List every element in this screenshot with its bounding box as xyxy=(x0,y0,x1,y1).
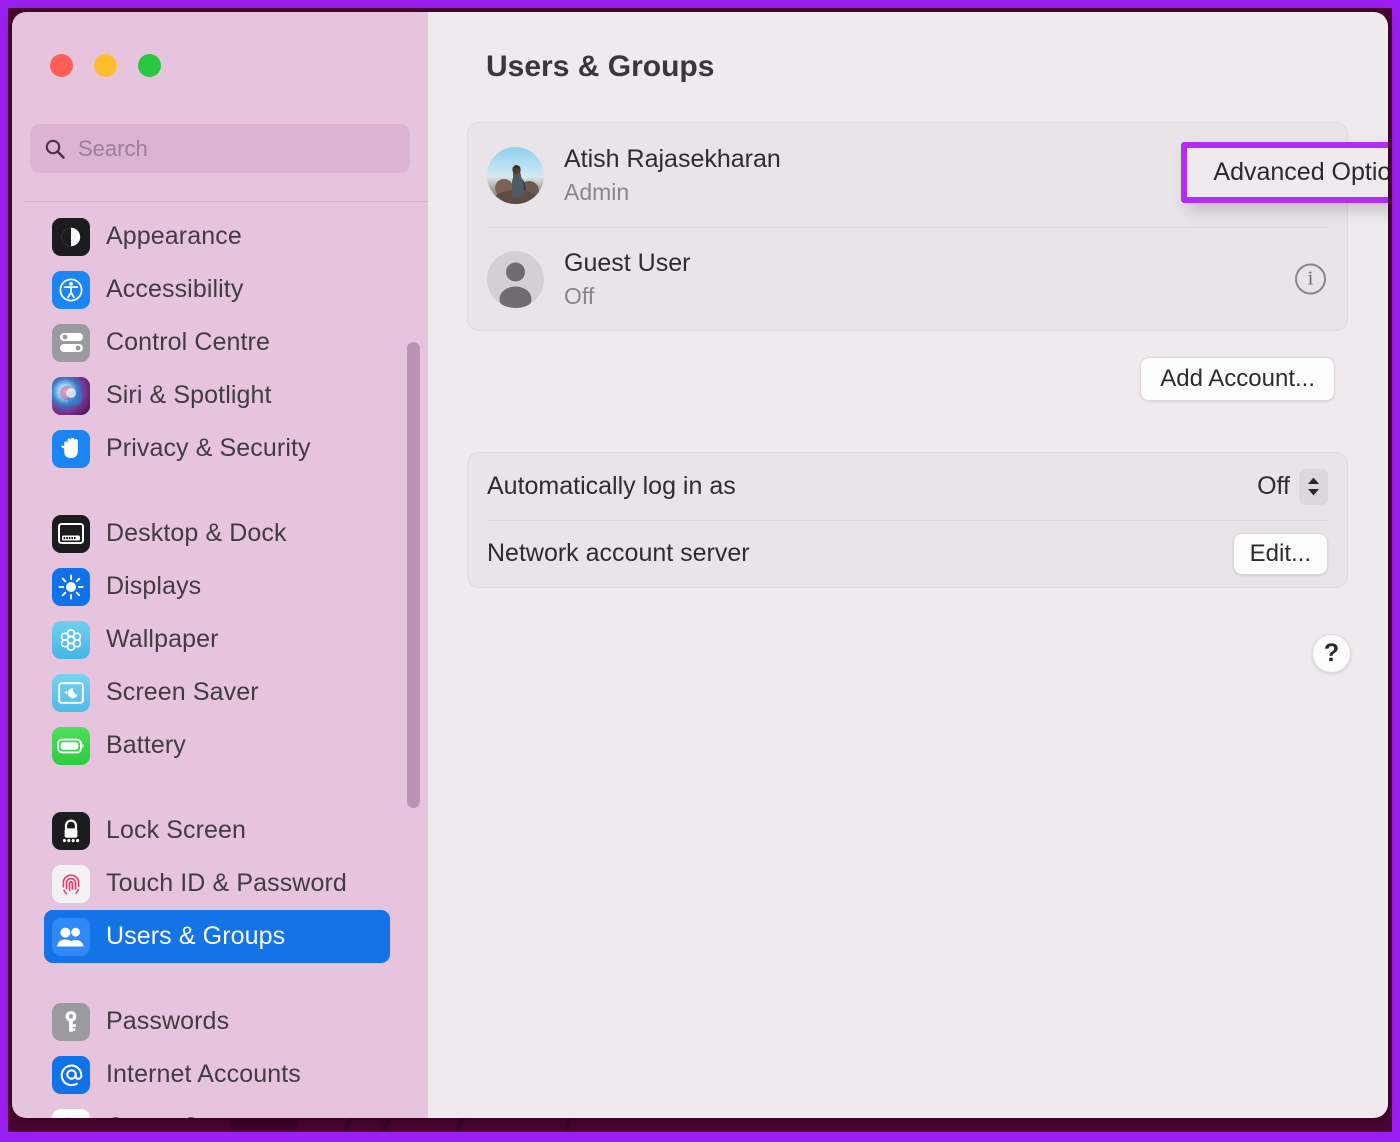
sidebar-item-label: Passwords xyxy=(106,1007,230,1035)
screen-saver-icon xyxy=(52,673,90,712)
sidebar-item-accessibility[interactable]: Accessibility xyxy=(44,263,390,316)
battery-icon xyxy=(52,726,90,765)
network-server-label: Network account server xyxy=(487,539,750,567)
user-name: Atish Rajasekharan xyxy=(564,144,781,173)
desktop-dock-icon xyxy=(52,514,90,553)
sidebar-group-3: Passwords Internet Accounts Game Center xyxy=(12,987,428,1118)
sidebar-item-label: Siri & Spotlight xyxy=(106,381,272,409)
sidebar-item-label: Control Centre xyxy=(106,328,270,356)
search-input[interactable] xyxy=(78,135,396,162)
sidebar-item-screen-saver[interactable]: Screen Saver xyxy=(44,666,390,719)
internet-accounts-icon xyxy=(52,1055,90,1094)
privacy-icon xyxy=(52,429,90,468)
guest-placeholder-avatar xyxy=(487,250,544,308)
window-controls xyxy=(50,54,161,77)
sidebar-item-label: Battery xyxy=(106,731,186,759)
sidebar-item-label: Appearance xyxy=(106,222,242,250)
sidebar-group-1: Desktop & Dock Displays Wallpaper Screen… xyxy=(12,499,428,772)
sidebar-item-passwords[interactable]: Passwords xyxy=(44,995,390,1048)
sidebar-item-label: Users & Groups xyxy=(106,922,286,950)
sidebar-item-label: Wallpaper xyxy=(106,625,219,653)
auto-login-label: Automatically log in as xyxy=(487,472,736,500)
user-info-admin: Atish Rajasekharan Admin xyxy=(564,145,781,206)
annotation-highlight-box xyxy=(1181,142,1388,203)
siri-icon xyxy=(52,376,90,415)
sidebar-item-touch-id-password[interactable]: Touch ID & Password xyxy=(44,857,390,910)
passwords-icon xyxy=(52,1002,90,1041)
sidebar-item-battery[interactable]: Battery xyxy=(44,719,390,772)
minimize-button[interactable] xyxy=(94,54,117,77)
sidebar-item-label: Internet Accounts xyxy=(106,1060,301,1088)
auto-login-value: Off xyxy=(1257,472,1290,500)
user-info-guest: Guest User Off xyxy=(564,249,690,310)
network-account-server-row[interactable]: Network account server Edit... xyxy=(468,520,1347,587)
displays-icon xyxy=(52,567,90,606)
sidebar-item-label: Screen Saver xyxy=(106,678,259,706)
sidebar-item-privacy-security[interactable]: Privacy & Security xyxy=(44,422,390,475)
sidebar-scroll-area[interactable]: Appearance Accessibility Control Centre … xyxy=(12,202,428,1118)
touch-id-icon xyxy=(52,864,90,903)
auto-login-stepper[interactable] xyxy=(1299,468,1328,505)
sidebar-item-label: Lock Screen xyxy=(106,816,247,844)
sidebar-item-desktop-dock[interactable]: Desktop & Dock xyxy=(44,507,390,560)
game-center-icon xyxy=(52,1108,90,1118)
sidebar-item-lock-screen[interactable]: Lock Screen xyxy=(44,804,390,857)
sidebar-item-users-groups[interactable]: Users & Groups xyxy=(44,910,390,963)
sidebar-item-label: Privacy & Security xyxy=(106,434,311,462)
sidebar: Appearance Accessibility Control Centre … xyxy=(12,12,428,1118)
sidebar-scrollbar[interactable] xyxy=(407,342,420,808)
sidebar-item-label: Touch ID & Password xyxy=(106,869,347,897)
help-button[interactable]: ? xyxy=(1312,634,1351,673)
users-groups-icon xyxy=(52,917,90,956)
close-button[interactable] xyxy=(50,54,73,77)
sidebar-item-label: Game Center xyxy=(106,1113,257,1118)
sidebar-item-appearance[interactable]: Appearance xyxy=(44,210,390,263)
control-centre-icon xyxy=(52,323,90,362)
sidebar-group-2: Lock Screen Touch ID & Password Users & … xyxy=(12,796,428,963)
sidebar-item-displays[interactable]: Displays xyxy=(44,560,390,613)
appearance-icon xyxy=(52,217,90,256)
user-status: Off xyxy=(564,282,595,309)
sidebar-item-label: Desktop & Dock xyxy=(106,519,287,547)
content-pane: Users & Groups Atish Rajasekharan Admin … xyxy=(428,12,1388,1118)
sidebar-item-siri-spotlight[interactable]: Siri & Spotlight xyxy=(44,369,390,422)
sidebar-item-game-center[interactable]: Game Center xyxy=(44,1101,390,1118)
sidebar-item-control-centre[interactable]: Control Centre xyxy=(44,316,390,369)
info-icon[interactable]: i xyxy=(1295,263,1326,295)
wallpaper-icon xyxy=(52,620,90,659)
sidebar-item-label: Accessibility xyxy=(106,275,244,303)
page-title: Users & Groups xyxy=(486,50,715,83)
user-row-guest[interactable]: Guest User Off i xyxy=(468,227,1347,331)
maximize-button[interactable] xyxy=(138,54,161,77)
sidebar-item-label: Displays xyxy=(106,572,202,600)
auto-login-row[interactable]: Automatically log in as Off xyxy=(468,453,1347,520)
system-settings-window: Appearance Accessibility Control Centre … xyxy=(12,12,1388,1118)
sidebar-item-internet-accounts[interactable]: Internet Accounts xyxy=(44,1048,390,1101)
search-field[interactable] xyxy=(30,124,410,173)
sidebar-item-wallpaper[interactable]: Wallpaper xyxy=(44,613,390,666)
add-account-button[interactable]: Add Account... xyxy=(1140,357,1335,401)
edit-button[interactable]: Edit... xyxy=(1232,532,1328,575)
accessibility-icon xyxy=(52,270,90,309)
login-options-card: Automatically log in as Off Network acco… xyxy=(467,452,1348,588)
user-name: Guest User xyxy=(564,248,691,277)
user-role: Admin xyxy=(564,178,630,205)
sidebar-nav-list: Appearance Accessibility Control Centre … xyxy=(12,202,428,1118)
lock-screen-icon xyxy=(52,811,90,850)
sidebar-group-0: Appearance Accessibility Control Centre … xyxy=(12,202,428,475)
search-icon xyxy=(44,138,66,160)
user-photo-avatar xyxy=(487,146,544,204)
